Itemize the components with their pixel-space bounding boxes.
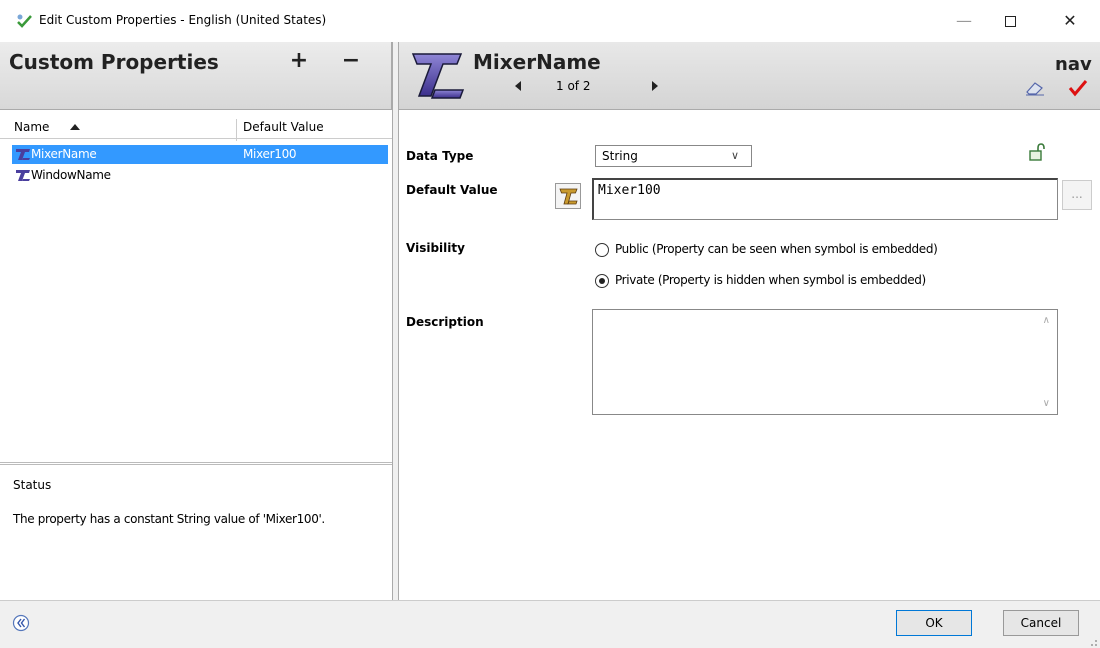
string-property-icon: [16, 170, 30, 181]
status-text: The property has a constant String value…: [13, 512, 325, 526]
column-default-value-header[interactable]: Default Value: [243, 120, 324, 134]
data-type-select[interactable]: String ∨: [595, 145, 752, 167]
next-arrow-icon[interactable]: [648, 79, 662, 93]
property-list: Name Default Value MixerName Mixer100 Wi…: [0, 110, 392, 462]
maximize-button[interactable]: [987, 6, 1033, 36]
list-item[interactable]: MixerName Mixer100: [12, 145, 388, 164]
list-header: Name Default Value: [0, 119, 392, 141]
column-separator[interactable]: [236, 119, 237, 141]
description-textarea[interactable]: ∧ ∨: [592, 309, 1058, 415]
property-header: MixerName 1 of 2 nav: [399, 42, 1100, 110]
public-radio-label[interactable]: Public (Property can be seen when symbol…: [615, 242, 938, 256]
list-item[interactable]: WindowName: [12, 166, 388, 185]
value-type-button[interactable]: [555, 183, 581, 209]
property-name: WindowName: [31, 168, 111, 182]
previous-arrow-icon[interactable]: [511, 79, 525, 93]
string-type-icon: [411, 53, 465, 99]
dialog-footer: OK Cancel: [0, 600, 1100, 648]
scroll-up-icon[interactable]: ∧: [1043, 315, 1050, 326]
minimize-button[interactable]: —: [941, 6, 987, 36]
window-titlebar: Edit Custom Properties - English (United…: [0, 0, 1100, 42]
property-default-value: Mixer100: [243, 147, 297, 161]
add-property-button[interactable]: +: [287, 48, 311, 73]
chevron-down-icon: ∨: [731, 149, 740, 162]
property-name-title: MixerName: [473, 50, 601, 74]
visibility-label: Visibility: [406, 241, 465, 255]
sort-ascending-icon: [70, 124, 80, 130]
string-property-icon: [16, 149, 30, 160]
window-title: Edit Custom Properties - English (United…: [39, 13, 327, 27]
custom-properties-header: Custom Properties + −: [0, 42, 392, 110]
splitter[interactable]: [392, 42, 399, 600]
header-nav-text: nav: [1055, 54, 1092, 75]
status-panel: Status The property has a constant Strin…: [0, 462, 392, 600]
string-type-icon: [559, 188, 578, 205]
data-type-value: String: [602, 149, 638, 163]
panel-title: Custom Properties: [9, 50, 219, 74]
property-form: Data Type String ∨ Default Value Mixer10…: [399, 110, 1100, 600]
eraser-icon[interactable]: [1024, 80, 1046, 96]
data-type-label: Data Type: [406, 149, 474, 163]
page-indicator: 1 of 2: [556, 79, 591, 93]
collapse-icon[interactable]: [12, 614, 30, 632]
property-name: MixerName: [31, 147, 97, 161]
maximize-icon: [1004, 16, 1016, 27]
ok-button[interactable]: OK: [896, 610, 972, 636]
default-value-input[interactable]: Mixer100: [592, 178, 1058, 220]
cancel-button[interactable]: Cancel: [1003, 610, 1079, 636]
checkmark-icon[interactable]: [1067, 78, 1089, 98]
status-label: Status: [13, 478, 52, 492]
public-radio[interactable]: [595, 243, 609, 257]
close-button[interactable]: ✕: [1047, 6, 1093, 36]
default-value-label: Default Value: [406, 183, 498, 197]
description-label: Description: [406, 315, 484, 329]
default-value-text: Mixer100: [598, 183, 661, 198]
scroll-down-icon[interactable]: ∨: [1043, 398, 1050, 409]
browse-button[interactable]: ...: [1062, 180, 1092, 210]
private-radio[interactable]: [595, 274, 609, 288]
column-name-header[interactable]: Name: [14, 120, 49, 134]
private-radio-label[interactable]: Private (Property is hidden when symbol …: [615, 273, 926, 287]
app-icon: [17, 14, 32, 28]
resize-grip-icon[interactable]: [1088, 637, 1098, 647]
remove-property-button[interactable]: −: [339, 48, 363, 73]
unlock-icon[interactable]: [1029, 143, 1045, 161]
